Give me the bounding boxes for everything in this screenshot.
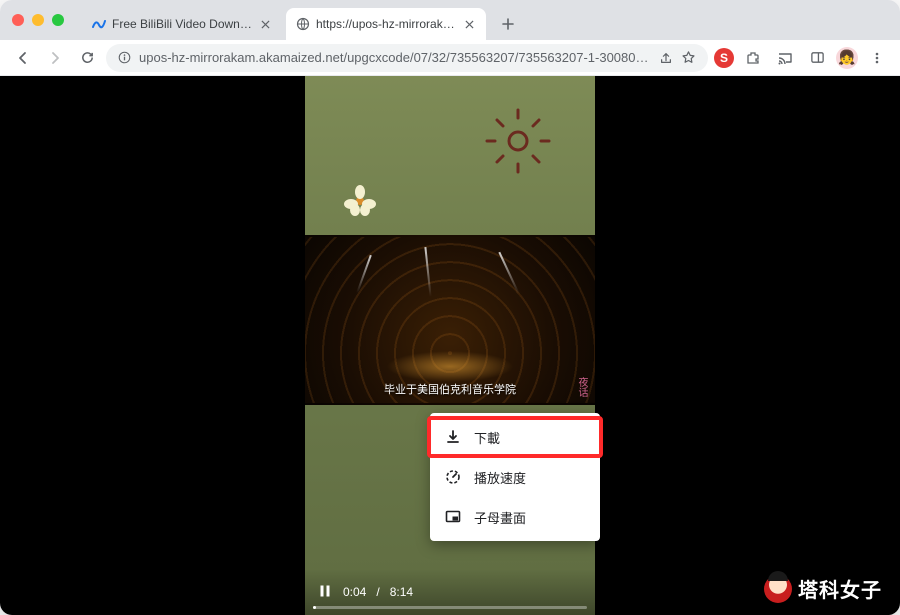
address-bar[interactable]: upos-hz-mirrorakam.akamaized.net/upgcxco… [106,44,708,72]
progress-bar[interactable] [313,606,587,609]
toolbar: upos-hz-mirrorakam.akamaized.net/upgcxco… [0,40,900,76]
favicon-nd-icon [92,17,106,31]
menu-item-speed[interactable]: 播放速度 [430,457,600,497]
close-window-button[interactable] [12,14,24,26]
reload-button[interactable] [74,45,100,71]
video-context-menu: 下載 播放速度 子母畫面 [430,413,600,541]
video-caption: 毕业于美国伯克利音乐学院 [305,381,595,397]
download-icon [444,428,462,446]
globe-icon [296,17,310,31]
tab-label: https://upos-hz-mirrorakam.ak [316,17,456,31]
pause-button[interactable] [317,583,333,602]
share-icon[interactable] [659,51,673,65]
tab-video[interactable]: https://upos-hz-mirrorakam.ak [286,8,486,40]
pip-icon [444,508,462,526]
browser-window: Free BiliBili Video Downloader https://u… [0,0,900,615]
forward-button[interactable] [42,45,68,71]
menu-label: 播放速度 [474,468,526,487]
sidepanel-icon[interactable] [804,45,830,71]
sun-doodle-icon [483,106,553,176]
tab-close-button[interactable] [258,17,272,31]
kebab-icon[interactable] [864,45,890,71]
watermark-text: 塔科女子 [798,574,882,603]
window-controls [12,0,82,40]
new-tab-button[interactable] [494,10,522,38]
maximize-window-button[interactable] [52,14,64,26]
tab-downloader[interactable]: Free BiliBili Video Downloader [82,8,282,40]
video-frame[interactable]: 毕业于美国伯克利音乐学院 夜话 [305,235,595,405]
extensions-icon[interactable] [740,45,766,71]
video-poster-top [305,76,595,235]
video-poster-bottom: 下載 播放速度 子母畫面 0:04 / [305,405,595,615]
star-icon[interactable] [681,50,696,65]
tab-bar: Free BiliBili Video Downloader https://u… [0,0,900,40]
watermark-avatar-icon [764,575,792,603]
menu-label: 子母畫面 [474,508,526,527]
time-current: 0:04 [343,585,366,599]
tab-label: Free BiliBili Video Downloader [112,17,252,31]
cast-icon[interactable] [772,45,798,71]
extension-s-icon[interactable]: S [714,48,734,68]
url-text: upos-hz-mirrorakam.akamaized.net/upgcxco… [139,50,651,65]
watermark: 塔科女子 [764,574,882,603]
menu-item-download[interactable]: 下載 [430,417,600,457]
video-stamp: 夜话 [574,377,589,397]
tab-close-button[interactable] [462,17,476,31]
site-info-icon [118,51,131,64]
minimize-window-button[interactable] [32,14,44,26]
menu-item-pip[interactable]: 子母畫面 [430,497,600,537]
time-total: 8:14 [390,585,413,599]
speed-icon [444,468,462,486]
profile-avatar[interactable]: 👧 [836,47,858,69]
menu-label: 下載 [474,428,500,447]
flower-doodle-icon [343,184,377,218]
back-button[interactable] [10,45,36,71]
video-column: 毕业于美国伯克利音乐学院 夜话 下載 播放速度 [305,76,595,615]
time-sep: / [376,585,379,599]
video-controls: 0:04 / 8:14 [305,569,595,615]
page-viewport: 毕业于美国伯克利音乐学院 夜话 下載 播放速度 [0,76,900,615]
